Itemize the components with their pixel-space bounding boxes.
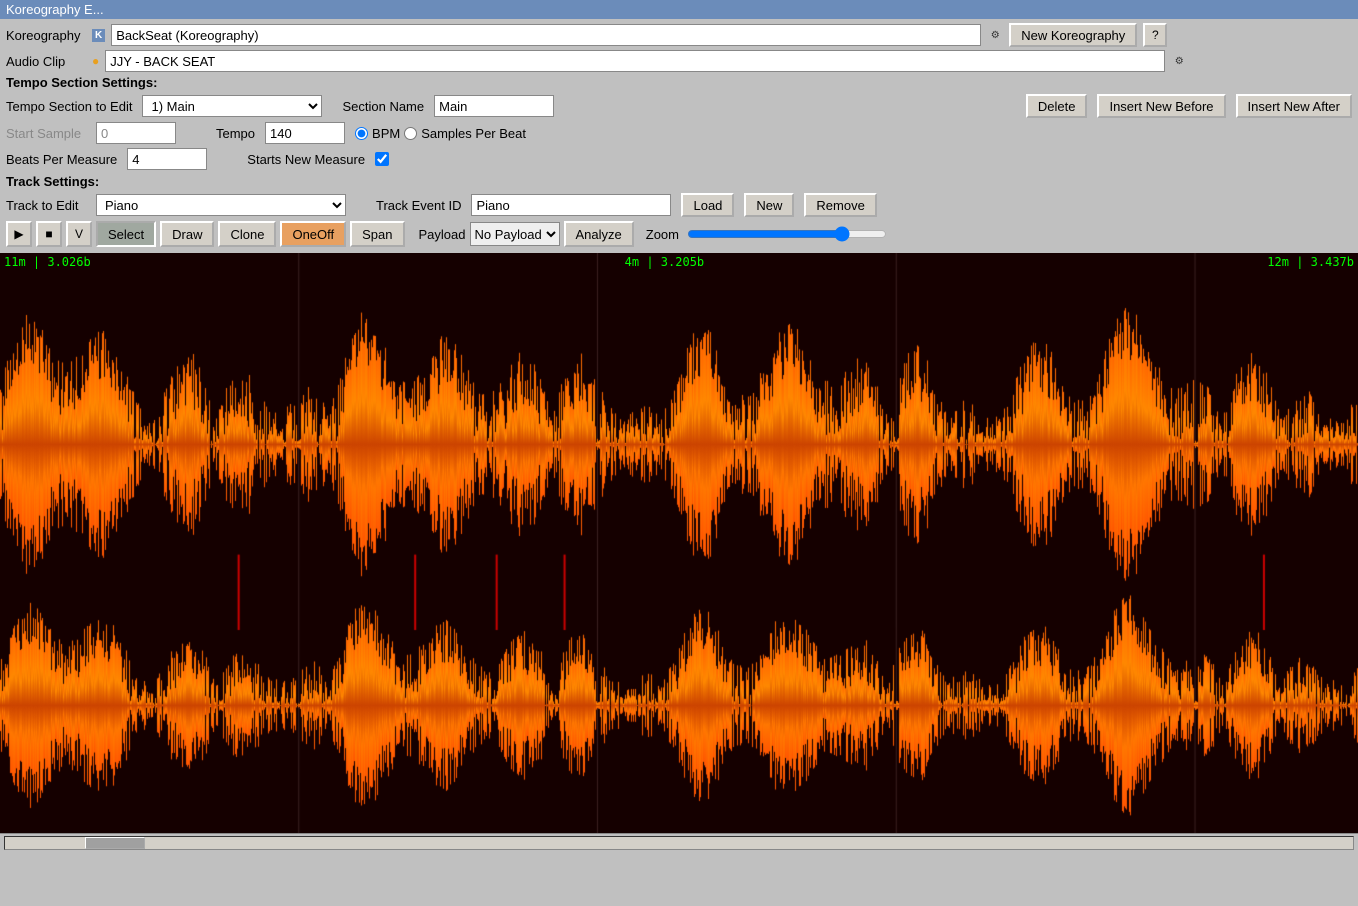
scrollbar-track[interactable] [4, 836, 1354, 850]
tempo-section-dropdown[interactable]: 1) Main [142, 95, 322, 117]
payload-label: Payload [419, 227, 466, 242]
start-sample-label: Start Sample [6, 126, 86, 141]
samples-per-beat-radio[interactable] [404, 127, 417, 140]
span-button[interactable]: Span [350, 221, 404, 247]
analyze-button[interactable]: Analyze [564, 221, 634, 247]
load-button[interactable]: Load [681, 193, 734, 217]
waveform-container[interactable]: 11m | 3.026b 4m | 3.205b 12m | 3.437b [0, 253, 1358, 833]
timeline-marker-right: 12m | 3.437b [1267, 255, 1354, 269]
audio-clip-label: Audio Clip [6, 54, 86, 69]
audio-settings-icon[interactable]: ⚙ [1171, 53, 1187, 69]
starts-new-measure-label: Starts New Measure [247, 152, 365, 167]
tempo-section-label: Tempo Section Settings: [6, 75, 157, 90]
audio-clip-input[interactable] [105, 50, 1165, 72]
new-track-button[interactable]: New [744, 193, 794, 217]
play-button[interactable]: ▶ [6, 221, 32, 247]
samples-per-beat-label: Samples Per Beat [421, 126, 526, 141]
track-section: Track Settings: Track to Edit Piano Trac… [6, 174, 1352, 217]
bpm-label: BPM [372, 126, 400, 141]
start-sample-input[interactable] [96, 122, 176, 144]
main-container: Koreography K ⚙ New Koreography ? Audio … [0, 19, 1358, 253]
tempo-label: Tempo [216, 126, 255, 141]
toolbar: ▶ ■ V Select Draw Clone OneOff Span Payl… [6, 221, 1352, 247]
stop-button[interactable]: ■ [36, 221, 62, 247]
audio-icon: ● [92, 54, 99, 68]
v-button[interactable]: V [66, 221, 92, 247]
help-button[interactable]: ? [1143, 23, 1167, 47]
insert-after-button[interactable]: Insert New After [1236, 94, 1352, 118]
insert-before-button[interactable]: Insert New Before [1097, 94, 1225, 118]
new-koreography-button[interactable]: New Koreography [1009, 23, 1137, 47]
scrollbar-container [0, 833, 1358, 851]
koreography-settings-icon[interactable]: ⚙ [987, 27, 1003, 43]
tempo-section: Tempo Section Settings: Tempo Section to… [6, 75, 1352, 170]
select-button[interactable]: Select [96, 221, 156, 247]
beats-per-measure-label: Beats Per Measure [6, 152, 117, 167]
tempo-section-to-edit-label: Tempo Section to Edit [6, 99, 132, 114]
koreography-row: Koreography K ⚙ New Koreography ? [6, 23, 1352, 47]
title-bar: Koreography E... [0, 0, 1358, 19]
track-event-id-label: Track Event ID [376, 198, 461, 213]
koreography-label: Koreography [6, 28, 86, 43]
timeline-marker-center: 4m | 3.205b [625, 255, 704, 269]
waveform-canvas [0, 253, 1358, 833]
koreography-input[interactable] [111, 24, 981, 46]
title-text: Koreography E... [6, 2, 104, 17]
oneoff-button[interactable]: OneOff [280, 221, 346, 247]
track-event-id-input[interactable] [471, 194, 671, 216]
payload-dropdown[interactable]: No Payload [470, 222, 560, 246]
track-to-edit-label: Track to Edit [6, 198, 86, 213]
tempo-input[interactable] [265, 122, 345, 144]
bpm-radio-group: BPM Samples Per Beat [355, 126, 526, 141]
zoom-slider[interactable] [687, 226, 887, 242]
starts-new-measure-checkbox[interactable] [375, 152, 389, 166]
scrollbar-thumb[interactable] [85, 837, 145, 849]
draw-button[interactable]: Draw [160, 221, 214, 247]
k-icon: K [92, 29, 105, 42]
delete-button[interactable]: Delete [1026, 94, 1088, 118]
track-to-edit-dropdown[interactable]: Piano [96, 194, 346, 216]
bpm-radio[interactable] [355, 127, 368, 140]
section-name-input[interactable] [434, 95, 554, 117]
timeline-marker-left: 11m | 3.026b [4, 255, 91, 269]
zoom-label: Zoom [646, 227, 679, 242]
beats-per-measure-input[interactable] [127, 148, 207, 170]
remove-button[interactable]: Remove [804, 193, 876, 217]
track-section-label: Track Settings: [6, 174, 99, 189]
section-name-label: Section Name [342, 99, 424, 114]
audio-clip-row: Audio Clip ● ⚙ [6, 50, 1352, 72]
clone-button[interactable]: Clone [218, 221, 276, 247]
